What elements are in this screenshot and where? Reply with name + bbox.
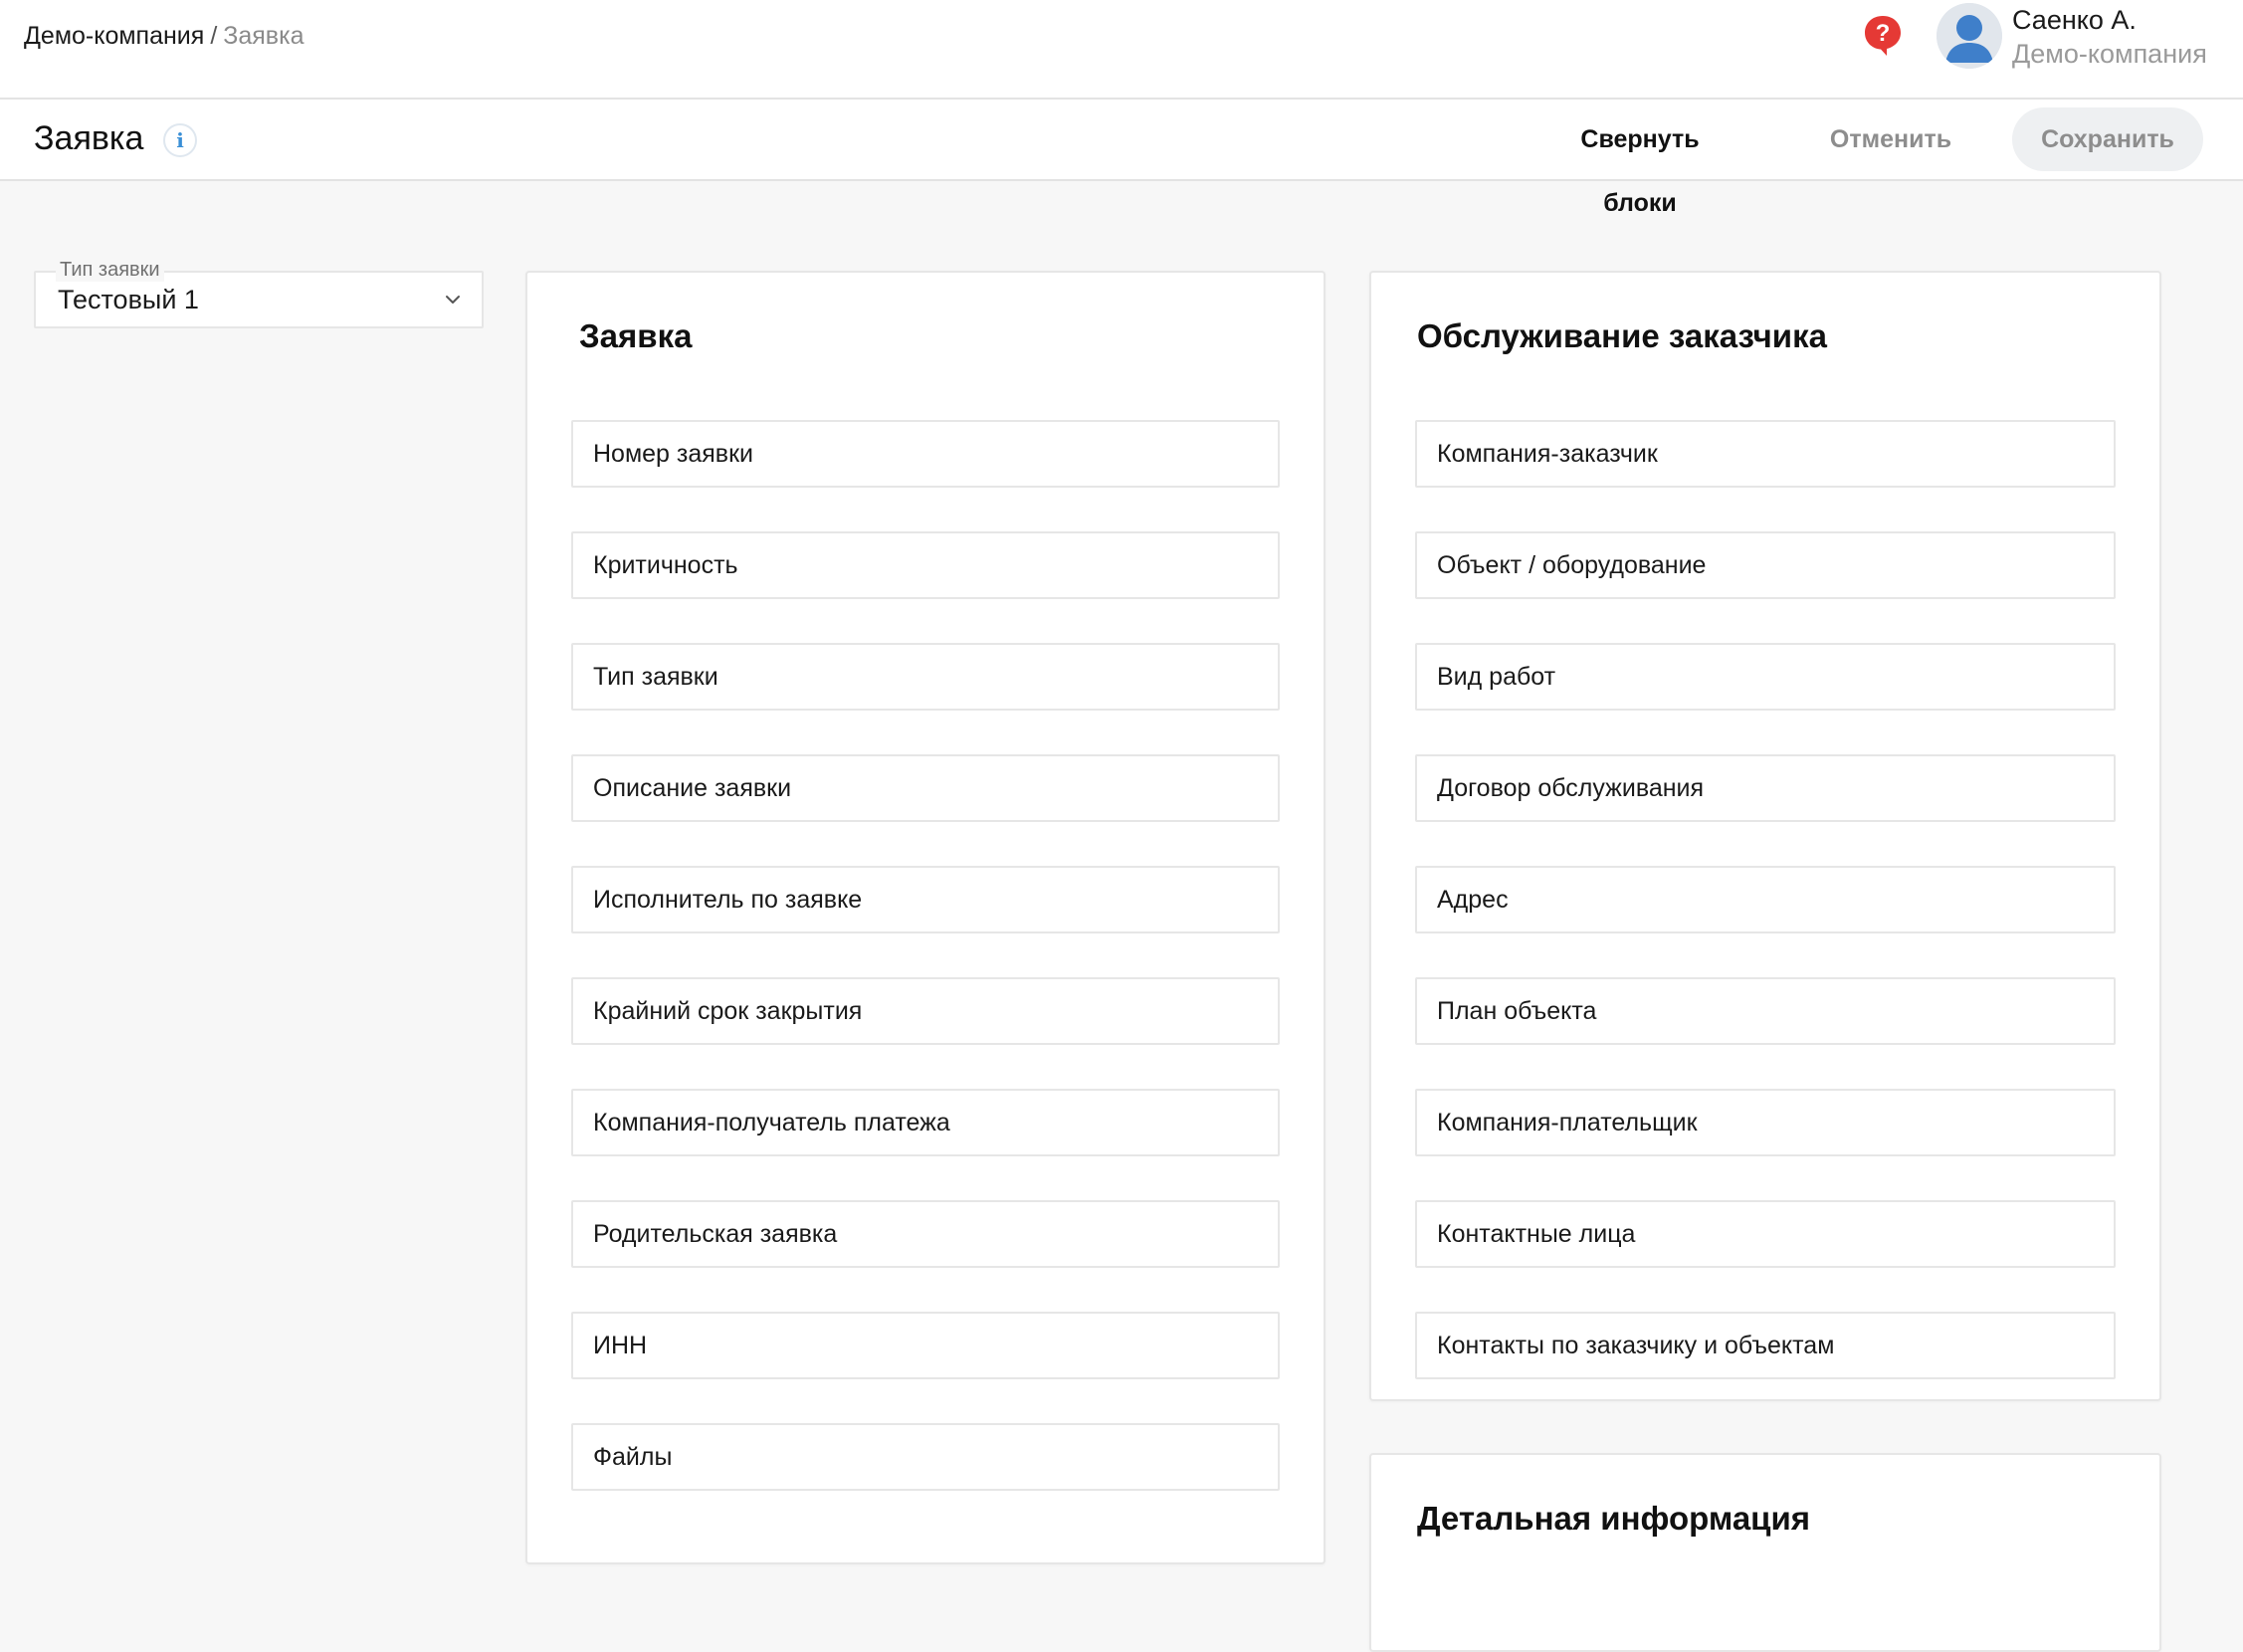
- request-card: Заявка Номер заявки Критичность Тип заяв…: [525, 271, 1325, 1564]
- field-label: Контакты по заказчику и объектам: [1437, 1332, 1835, 1359]
- svg-text:?: ?: [1876, 20, 1891, 47]
- request-type-select[interactable]: Тип заявки Тестовый 1: [34, 258, 484, 328]
- field-customer-contacts[interactable]: Контакты по заказчику и объектам: [1415, 1312, 2116, 1379]
- page-title: Заявка: [34, 119, 144, 157]
- field-object-plan[interactable]: План объекта: [1415, 977, 2116, 1045]
- chevron-down-icon: [446, 296, 460, 304]
- field-contact-persons[interactable]: Контактные лица: [1415, 1200, 2116, 1268]
- field-payee-company[interactable]: Компания-получатель платежа: [571, 1089, 1280, 1156]
- field-label: Контактные лица: [1437, 1220, 1636, 1248]
- field-files[interactable]: Файлы: [571, 1423, 1280, 1491]
- field-label: Компания-заказчик: [1437, 440, 1658, 468]
- field-label: Крайний срок закрытия: [593, 997, 863, 1025]
- field-label: Тип заявки: [593, 663, 718, 691]
- field-parent-request[interactable]: Родительская заявка: [571, 1200, 1280, 1268]
- top-bar: Демо-компания / Заявка ? Саенко А. Демо-ко…: [0, 0, 2243, 100]
- breadcrumb-separator: /: [210, 22, 218, 50]
- save-button[interactable]: Сохранить: [2012, 107, 2203, 171]
- field-label: ИНН: [593, 1332, 648, 1359]
- field-label: План объекта: [1437, 997, 1597, 1025]
- field-object-equipment[interactable]: Объект / оборудование: [1415, 531, 2116, 599]
- details-card: Детальная информация: [1369, 1453, 2161, 1652]
- breadcrumb: Демо-компания / Заявка: [24, 18, 304, 54]
- cancel-button[interactable]: Отменить: [1829, 107, 1952, 171]
- customer-service-card: Обслуживание заказчика Компания-заказчик…: [1369, 271, 2161, 1401]
- field-payer-company[interactable]: Компания-плательщик: [1415, 1089, 2116, 1156]
- field-deadline[interactable]: Крайний срок закрытия: [571, 977, 1280, 1045]
- field-criticality[interactable]: Критичность: [571, 531, 1280, 599]
- field-request-number[interactable]: Номер заявки: [571, 420, 1280, 488]
- collapse-blocks-button[interactable]: Свернуть блоки: [1542, 107, 1737, 217]
- field-label: Файлы: [593, 1443, 673, 1471]
- field-label: Договор обслуживания: [1437, 774, 1705, 802]
- request-type-value: Тестовый 1: [58, 285, 199, 314]
- field-inn[interactable]: ИНН: [571, 1312, 1280, 1379]
- field-label: Родительская заявка: [593, 1220, 838, 1248]
- field-label: Компания-получатель платежа: [593, 1109, 950, 1136]
- user-avatar-icon: [1937, 3, 2002, 69]
- breadcrumb-current: Заявка: [223, 22, 305, 50]
- details-card-title: Детальная информация: [1417, 1500, 1811, 1537]
- field-address[interactable]: Адрес: [1415, 866, 2116, 933]
- info-icon[interactable]: i: [163, 123, 197, 157]
- user-company: Демо-компания: [2012, 39, 2207, 69]
- request-type-label: Тип заявки: [56, 258, 164, 282]
- user-avatar[interactable]: [1937, 3, 2002, 69]
- field-request-assignee[interactable]: Исполнитель по заявке: [571, 866, 1280, 933]
- user-name[interactable]: Саенко А.: [2012, 2, 2137, 38]
- field-label: Объект / оборудование: [1437, 551, 1707, 579]
- request-card-title: Заявка: [579, 317, 693, 354]
- field-label: Описание заявки: [593, 774, 792, 802]
- field-service-contract[interactable]: Договор обслуживания: [1415, 754, 2116, 822]
- field-label: Адрес: [1437, 886, 1509, 914]
- field-label: Исполнитель по заявке: [593, 886, 863, 914]
- field-request-type[interactable]: Тип заявки: [571, 643, 1280, 711]
- page-toolbar: Заявка i Свернуть блоки Отменить Сохрани…: [0, 100, 2243, 217]
- field-label: Вид работ: [1437, 663, 1556, 691]
- field-customer-company[interactable]: Компания-заказчик: [1415, 420, 2116, 488]
- breadcrumb-root[interactable]: Демо-компания: [24, 22, 204, 50]
- field-label: Номер заявки: [593, 440, 753, 468]
- field-request-description[interactable]: Описание заявки: [571, 754, 1280, 822]
- field-label: Компания-плательщик: [1437, 1109, 1698, 1136]
- field-work-type[interactable]: Вид работ: [1415, 643, 2116, 711]
- field-label: Критичность: [593, 551, 738, 579]
- help-question-icon[interactable]: ?: [1863, 14, 1903, 58]
- customer-service-card-title: Обслуживание заказчика: [1417, 317, 1827, 354]
